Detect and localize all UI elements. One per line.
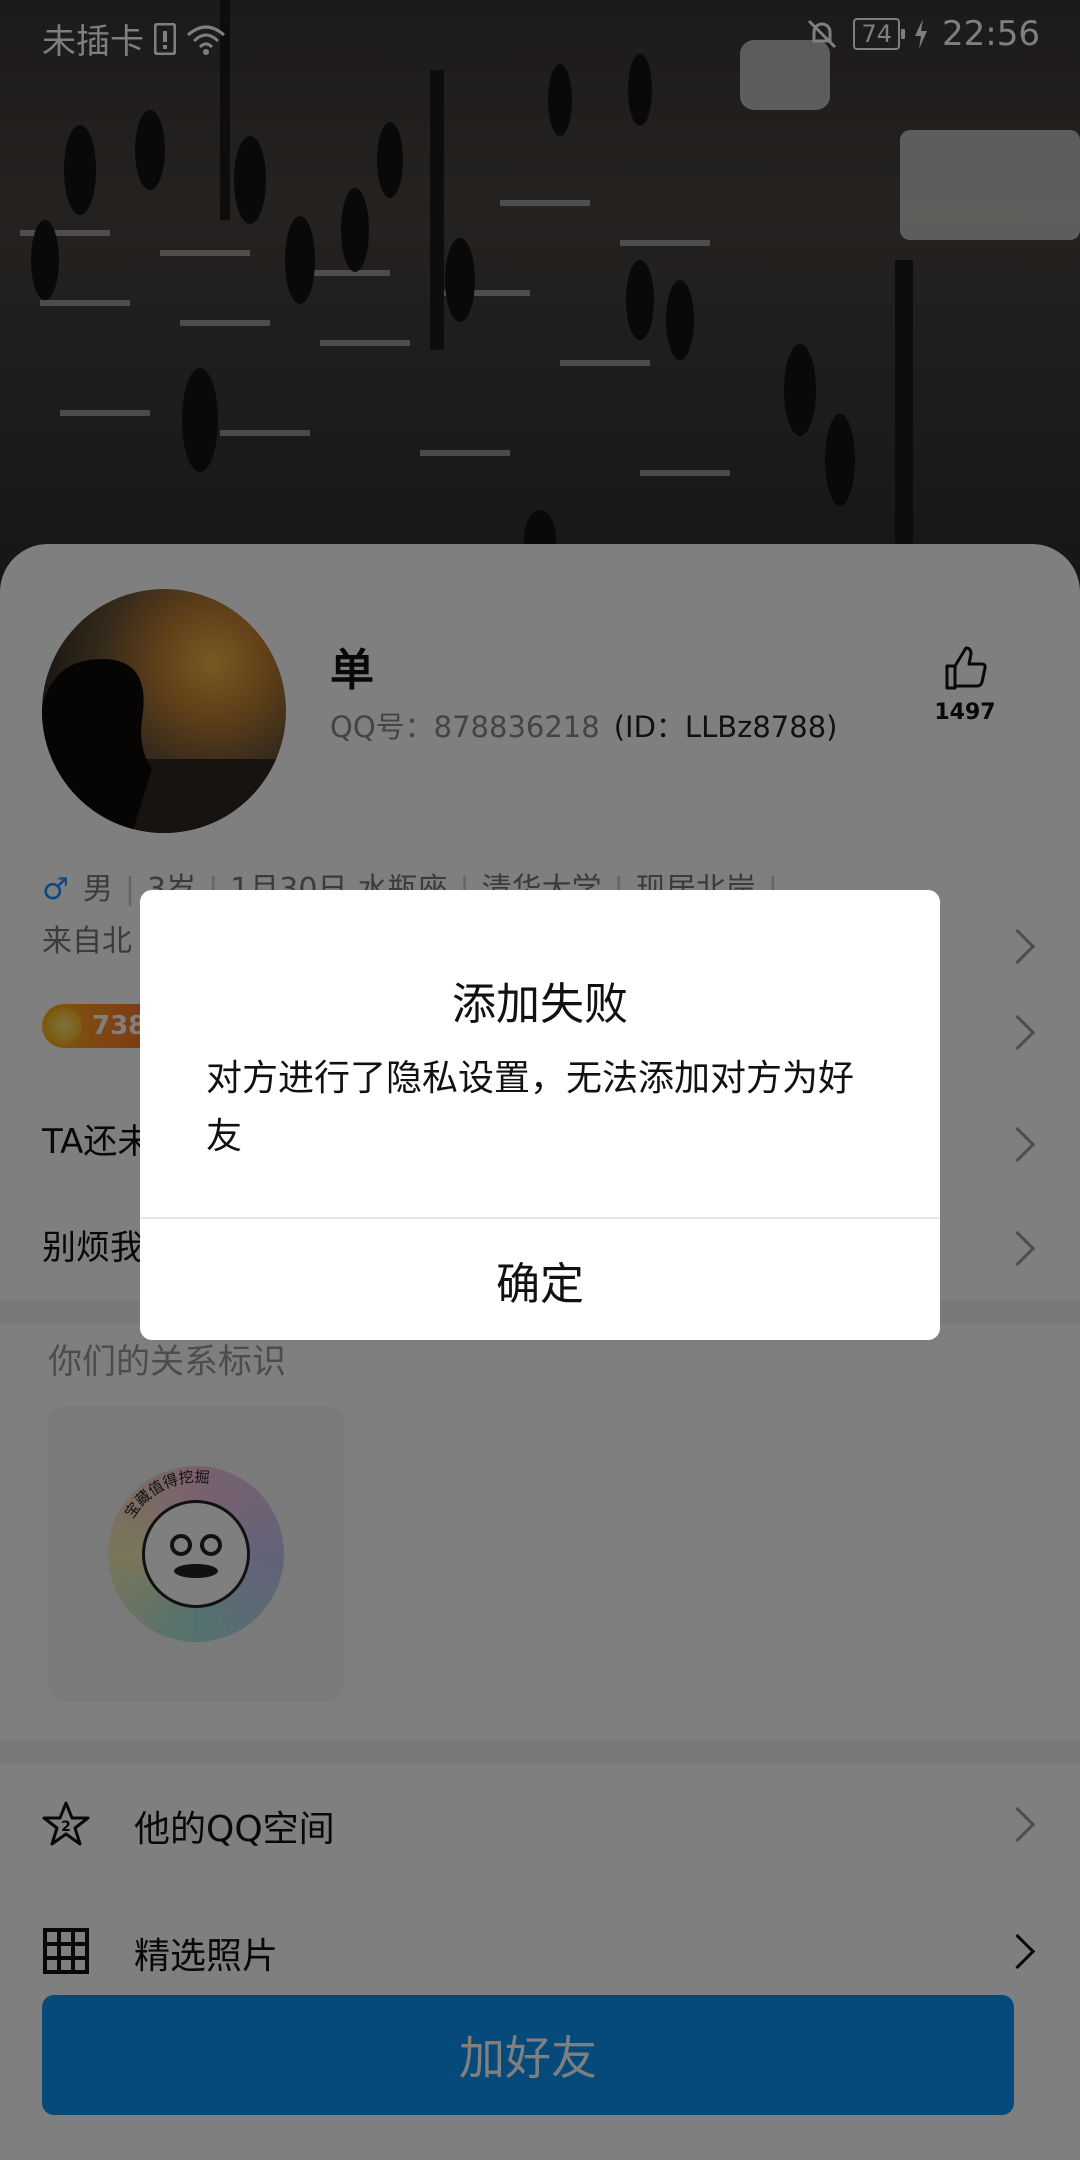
add-failed-dialog: 添加失败 对方进行了隐私设置，无法添加对方为好友 确定 — [140, 890, 940, 1340]
confirm-button[interactable]: 确定 — [140, 1219, 940, 1340]
dialog-title: 添加失败 — [452, 979, 628, 1030]
dialog-message: 对方进行了隐私设置，无法添加对方为好友 — [206, 1058, 855, 1157]
